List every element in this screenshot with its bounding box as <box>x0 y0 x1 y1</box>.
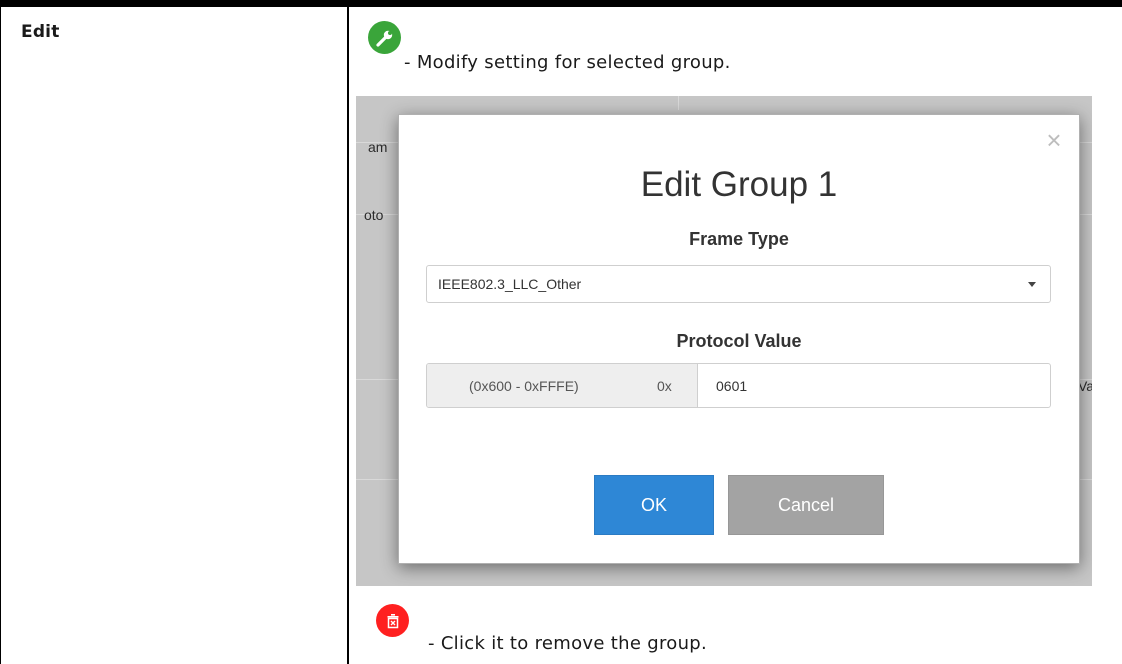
caret-down-icon <box>1028 282 1036 287</box>
ok-button[interactable]: OK <box>594 475 714 535</box>
protocol-value-group: (0x600 - 0xFFFE) 0x 0601 <box>426 363 1051 408</box>
hex-prefix: 0x <box>657 378 672 394</box>
cancel-button[interactable]: Cancel <box>728 475 884 535</box>
protocol-value-label: Protocol Value <box>676 331 802 351</box>
edit-description: - Modify setting for selected group. <box>404 52 731 73</box>
protocol-range-addon: (0x600 - 0xFFFE) 0x <box>427 364 698 407</box>
modal-title: Edit Group 1 <box>640 165 838 204</box>
edit-group-modal: × Edit Group 1 Frame Type IEEE802.3_LLC_… <box>398 114 1080 564</box>
delete-description: - Click it to remove the group. <box>428 633 708 654</box>
frame-type-value: IEEE802.3_LLC_Other <box>438 276 582 292</box>
table-term-cell: Edit <box>0 7 347 664</box>
column-divider <box>347 7 349 664</box>
protocol-value-input[interactable]: 0601 <box>716 378 747 394</box>
background-divider <box>678 96 679 110</box>
frame-type-label: Frame Type <box>689 229 789 249</box>
close-icon[interactable]: × <box>1043 127 1065 153</box>
background-text-fragment: oto <box>364 207 384 223</box>
frame-type-select[interactable]: IEEE802.3_LLC_Other <box>426 265 1051 303</box>
embedded-dialog-screenshot: am oto Va × Edit Group 1 Frame Type IEEE… <box>356 96 1092 586</box>
background-text-fragment: Va <box>1078 378 1092 394</box>
term-label: Edit <box>21 22 60 42</box>
wrench-icon[interactable] <box>368 21 401 54</box>
protocol-range-text: (0x600 - 0xFFFE) <box>469 378 579 394</box>
top-border <box>0 0 1122 7</box>
trash-icon[interactable] <box>376 604 409 637</box>
background-text-fragment: am <box>368 139 388 155</box>
